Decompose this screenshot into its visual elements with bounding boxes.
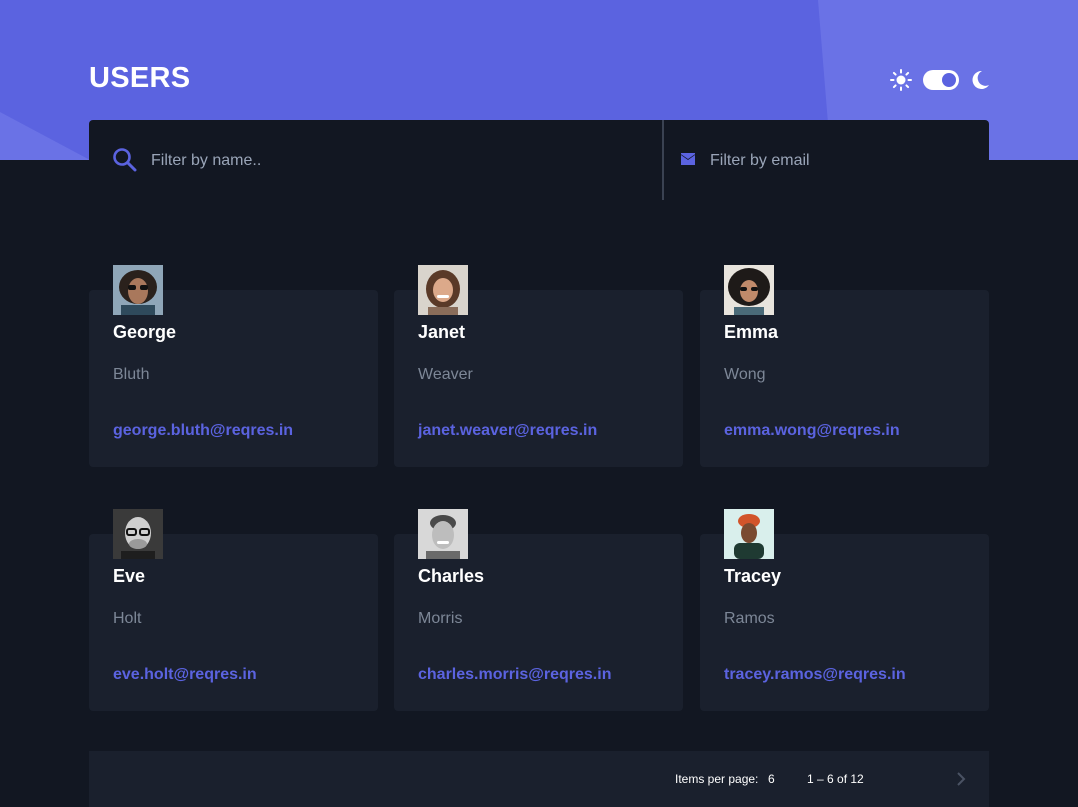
switch-knob (942, 73, 956, 87)
paginator: Items per page: 6 1 – 6 of 12 (89, 751, 989, 807)
email-filter-input[interactable] (708, 144, 972, 178)
user-first-name: Tracey (724, 566, 782, 586)
next-page-button[interactable] (949, 767, 973, 791)
theme-toggle[interactable] (890, 68, 990, 92)
user-card[interactable]: Eve Holt eve.holt@reqres.in (89, 509, 378, 711)
user-last-name: Morris (418, 610, 463, 627)
user-email-link[interactable]: eve.holt@reqres.in (113, 666, 257, 684)
moon-icon (972, 70, 989, 89)
user-first-name: Janet (418, 322, 466, 342)
search-icon (113, 148, 137, 172)
user-last-name: Ramos (724, 610, 775, 627)
items-per-page-select[interactable]: 6 (768, 772, 775, 786)
page-title: USERS (89, 62, 191, 94)
user-last-name: Weaver (418, 366, 473, 383)
user-email-link[interactable]: janet.weaver@reqres.in (418, 422, 597, 440)
user-card[interactable]: Tracey Ramos tracey.ramos@reqres.in (700, 509, 989, 711)
avatar (418, 265, 468, 315)
user-last-name: Bluth (113, 366, 150, 383)
name-filter (89, 120, 662, 200)
avatar (113, 509, 163, 559)
user-first-name: Eve (113, 566, 146, 586)
user-first-name: Emma (724, 322, 779, 342)
page-range-label: 1 – 6 of 12 (807, 772, 864, 786)
user-email-link[interactable]: charles.morris@reqres.in (418, 666, 611, 684)
email-filter (664, 120, 989, 200)
avatar (113, 265, 163, 315)
banner-decoration (0, 112, 90, 160)
filter-bar (89, 120, 989, 200)
sun-icon (890, 69, 912, 91)
user-last-name: Wong (724, 366, 766, 383)
user-card[interactable]: Janet Weaver janet.weaver@reqres.in (394, 265, 683, 467)
avatar (724, 265, 774, 315)
chevron-right-icon (957, 772, 966, 786)
user-email-link[interactable]: george.bluth@reqres.in (113, 422, 293, 440)
user-email-link[interactable]: tracey.ramos@reqres.in (724, 666, 906, 684)
user-last-name: Holt (113, 610, 142, 627)
name-filter-input[interactable] (149, 144, 633, 178)
items-per-page-label: Items per page: (675, 772, 759, 786)
user-card[interactable]: Emma Wong emma.wong@reqres.in (700, 265, 989, 467)
envelope-icon (681, 153, 695, 165)
theme-switch[interactable] (923, 70, 959, 90)
avatar (418, 509, 468, 559)
user-first-name: George (113, 322, 177, 342)
user-first-name: Charles (418, 566, 485, 586)
user-email-link[interactable]: emma.wong@reqres.in (724, 422, 900, 440)
avatar (724, 509, 774, 559)
user-card[interactable]: Charles Morris charles.morris@reqres.in (394, 509, 683, 711)
user-card[interactable]: George Bluth george.bluth@reqres.in (89, 265, 378, 467)
